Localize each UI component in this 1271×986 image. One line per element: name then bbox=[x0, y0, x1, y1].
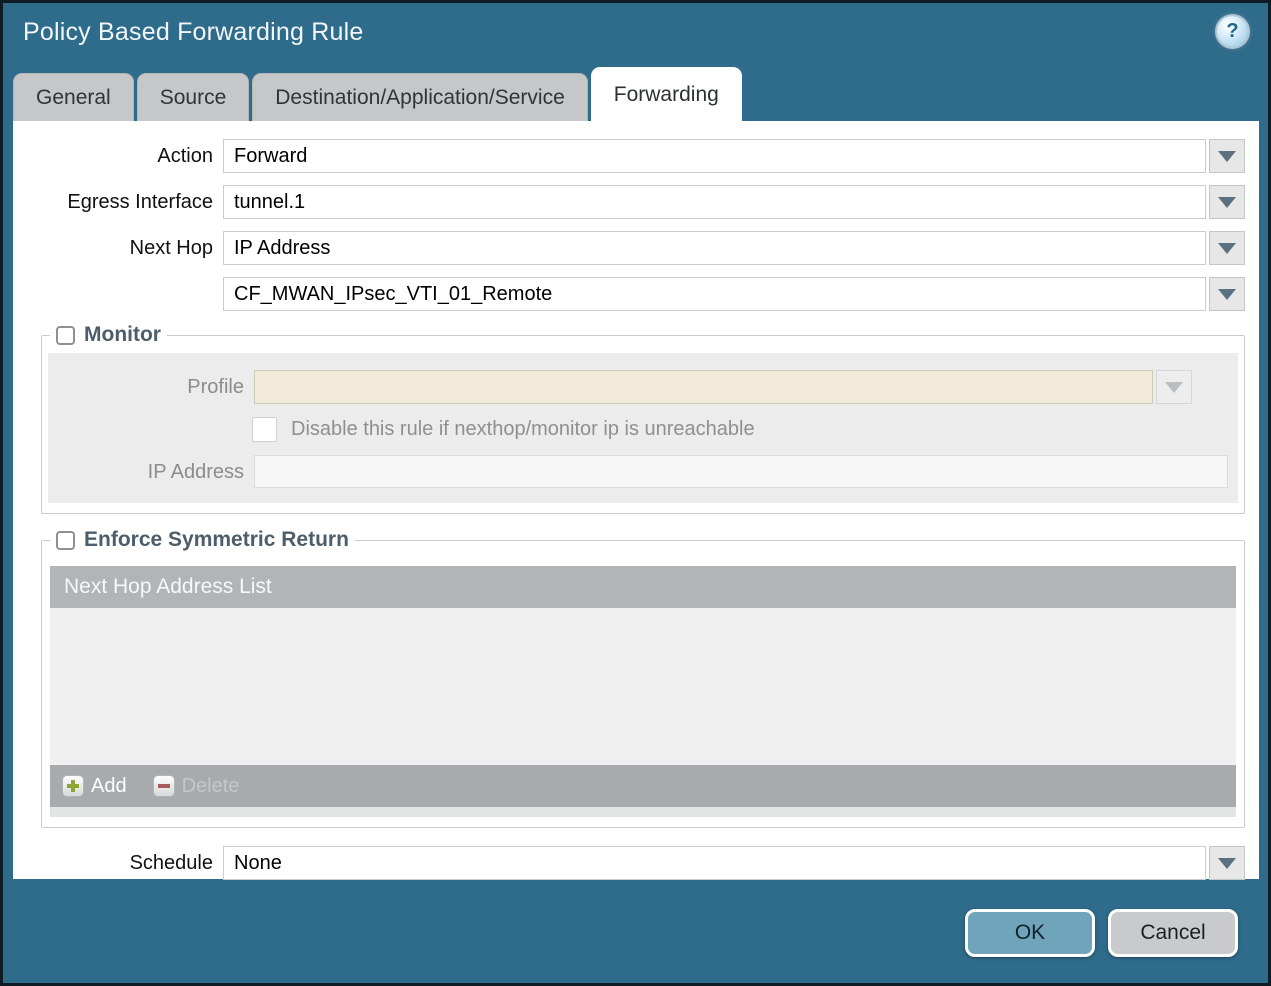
symmetric-return-legend: Enforce Symmetric Return bbox=[50, 528, 355, 552]
dialog-titlebar: Policy Based Forwarding Rule ? bbox=[3, 3, 1268, 61]
action-row: Action bbox=[13, 139, 1259, 173]
table-toolbar: Add Delete bbox=[50, 765, 1236, 807]
tab-general[interactable]: General bbox=[13, 73, 134, 121]
table-header: Next Hop Address List bbox=[50, 566, 1236, 608]
schedule-field[interactable] bbox=[223, 846, 1206, 880]
monitor-ip-address-field bbox=[254, 455, 1228, 488]
table-body-empty[interactable] bbox=[50, 608, 1236, 765]
table-header-label: Next Hop Address List bbox=[64, 575, 272, 598]
symmetric-return-checkbox[interactable] bbox=[56, 530, 75, 550]
egress-interface-label: Egress Interface bbox=[67, 190, 213, 213]
chevron-down-icon bbox=[1218, 196, 1236, 208]
cancel-button[interactable]: Cancel bbox=[1108, 908, 1238, 957]
next-hop-type-field[interactable] bbox=[223, 231, 1206, 265]
tab-destination-application-service[interactable]: Destination/Application/Service bbox=[252, 73, 588, 121]
profile-label: Profile bbox=[187, 375, 244, 398]
monitor-panel: Profile Disable this rule if nexthop/mon… bbox=[48, 353, 1238, 503]
add-button-label: Add bbox=[91, 774, 127, 797]
action-label: Action bbox=[157, 144, 213, 167]
disable-rule-checkbox bbox=[252, 417, 277, 442]
action-field[interactable] bbox=[223, 139, 1206, 173]
symmetric-return-section: Enforce Symmetric Return Next Hop Addres… bbox=[41, 528, 1245, 828]
chevron-down-icon bbox=[1165, 381, 1183, 393]
tab-bar: General Source Destination/Application/S… bbox=[13, 61, 1259, 121]
next-hop-address-list-table: Next Hop Address List Add Delete bbox=[50, 566, 1236, 817]
table-scrollbar-track[interactable] bbox=[50, 807, 1236, 817]
delete-button: Delete bbox=[152, 774, 240, 798]
action-dropdown-button[interactable] bbox=[1209, 139, 1245, 173]
profile-dropdown-button bbox=[1156, 370, 1192, 404]
egress-interface-dropdown-button[interactable] bbox=[1209, 185, 1245, 219]
profile-field bbox=[254, 370, 1153, 404]
tab-source[interactable]: Source bbox=[136, 73, 250, 121]
next-hop-label: Next Hop bbox=[129, 236, 213, 259]
tab-content-forwarding: Action Egress Interface Next Hop bbox=[13, 121, 1259, 880]
monitor-section: Monitor Profile Disable this rule if nex… bbox=[41, 323, 1245, 514]
egress-interface-field[interactable] bbox=[223, 185, 1206, 219]
schedule-label: Schedule bbox=[129, 851, 213, 874]
chevron-down-icon bbox=[1218, 857, 1236, 869]
policy-based-forwarding-dialog: Policy Based Forwarding Rule ? General S… bbox=[0, 0, 1271, 986]
tab-forwarding[interactable]: Forwarding bbox=[590, 67, 742, 121]
monitor-ip-address-row: IP Address bbox=[48, 455, 1238, 489]
add-button[interactable]: Add bbox=[62, 775, 127, 798]
profile-row: Profile bbox=[48, 370, 1238, 404]
delete-icon bbox=[152, 775, 175, 797]
schedule-dropdown-button[interactable] bbox=[1209, 846, 1245, 880]
monitor-label: Monitor bbox=[84, 323, 161, 346]
next-hop-address-row bbox=[13, 277, 1259, 311]
help-icon[interactable]: ? bbox=[1217, 16, 1248, 47]
dialog-title: Policy Based Forwarding Rule bbox=[23, 17, 364, 46]
next-hop-row: Next Hop bbox=[13, 231, 1259, 265]
chevron-down-icon bbox=[1218, 288, 1236, 300]
symmetric-return-label: Enforce Symmetric Return bbox=[84, 528, 349, 551]
monitor-ip-address-label: IP Address bbox=[147, 460, 244, 483]
disable-rule-label: Disable this rule if nexthop/monitor ip … bbox=[291, 418, 755, 440]
chevron-down-icon bbox=[1218, 242, 1236, 254]
ok-button[interactable]: OK bbox=[965, 908, 1095, 957]
monitor-checkbox[interactable] bbox=[56, 325, 75, 345]
next-hop-type-dropdown-button[interactable] bbox=[1209, 231, 1245, 265]
monitor-legend: Monitor bbox=[50, 323, 167, 347]
next-hop-address-dropdown-button[interactable] bbox=[1209, 277, 1245, 311]
next-hop-address-field[interactable] bbox=[223, 277, 1206, 311]
schedule-row: Schedule bbox=[13, 846, 1259, 880]
delete-button-label: Delete bbox=[181, 774, 240, 797]
dialog-footer: OK Cancel bbox=[3, 882, 1268, 983]
disable-rule-row: Disable this rule if nexthop/monitor ip … bbox=[252, 417, 1238, 442]
chevron-down-icon bbox=[1218, 150, 1236, 162]
add-icon bbox=[62, 775, 84, 797]
egress-interface-row: Egress Interface bbox=[13, 185, 1259, 219]
